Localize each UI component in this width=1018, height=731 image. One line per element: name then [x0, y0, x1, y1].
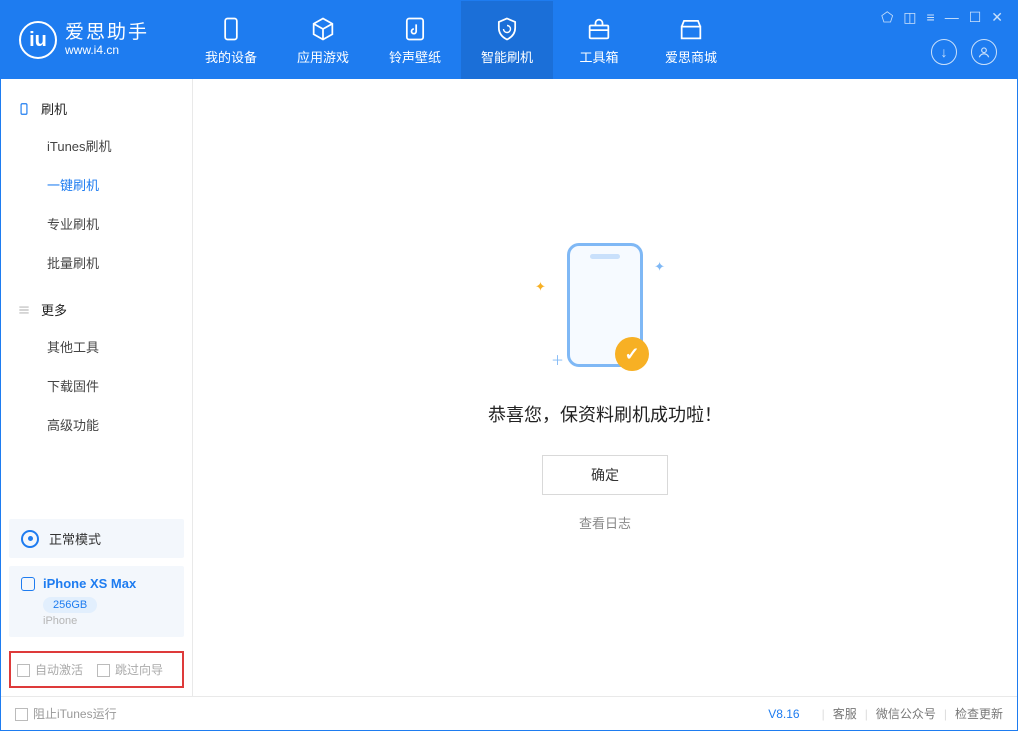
footer: 阻止iTunes运行 V8.16 | 客服 | 微信公众号 | 检查更新: [1, 696, 1017, 730]
device-capacity: 256GB: [43, 597, 97, 613]
nav-label: 铃声壁纸: [389, 47, 441, 66]
wechat-link[interactable]: 微信公众号: [876, 705, 936, 722]
maximize-icon[interactable]: ☐: [969, 9, 982, 26]
sidebar-item-oneclick-flash[interactable]: 一键刷机: [1, 165, 192, 204]
nav-apps-games[interactable]: 应用游戏: [277, 1, 369, 79]
user-icon[interactable]: [971, 39, 997, 65]
mode-label: 正常模式: [49, 529, 101, 548]
toolbox-icon: [585, 15, 613, 43]
header-right: ⬠ ◫ ≡ — ☐ ✕ ↓: [877, 1, 1007, 79]
download-icon[interactable]: ↓: [931, 39, 957, 65]
logo-icon: iu: [19, 21, 57, 59]
header-action-icons: ↓: [931, 39, 1003, 71]
nav-label: 智能刷机: [481, 47, 533, 66]
mode-dot-icon: [21, 530, 39, 548]
sidebar-item-advanced[interactable]: 高级功能: [1, 405, 192, 444]
shield-refresh-icon: [493, 15, 521, 43]
sparkle-icon: ＋: [551, 350, 564, 369]
sidebar-item-download-firmware[interactable]: 下载固件: [1, 366, 192, 405]
device-panel: 正常模式 iPhone XS Max 256GB iPhone: [1, 519, 192, 645]
checkbox-icon: [17, 664, 30, 677]
checkbox-skip-guide[interactable]: 跳过向导: [97, 661, 163, 678]
cube-icon: [309, 15, 337, 43]
sparkle-icon: ✦: [654, 259, 665, 275]
footer-right: V8.16 | 客服 | 微信公众号 | 检查更新: [768, 705, 1003, 722]
success-message: 恭喜您，保资料刷机成功啦！: [488, 401, 722, 427]
shirt-icon[interactable]: ⬠: [881, 9, 893, 26]
nav-my-device[interactable]: 我的设备: [185, 1, 277, 79]
sidebar-item-itunes-flash[interactable]: iTunes刷机: [1, 126, 192, 165]
nav-toolbox[interactable]: 工具箱: [553, 1, 645, 79]
logo-text: 爱思助手 www.i4.cn: [65, 23, 149, 57]
device-icon: [17, 102, 31, 116]
nav-smart-flash[interactable]: 智能刷机: [461, 1, 553, 79]
menu-icon[interactable]: ≡: [927, 9, 935, 26]
checkbox-icon: [15, 708, 28, 721]
checkbox-icon: [97, 664, 110, 677]
mode-box[interactable]: 正常模式: [9, 519, 184, 558]
sidebar-section-more: 更多: [1, 292, 192, 327]
bottom-checkboxes: 自动激活 跳过向导: [9, 651, 184, 688]
separator: |: [865, 707, 868, 721]
separator: |: [822, 707, 825, 721]
window-controls: ⬠ ◫ ≡ — ☐ ✕: [881, 9, 1003, 26]
minimize-icon[interactable]: —: [945, 9, 959, 26]
sidebar: 刷机 iTunes刷机 一键刷机 专业刷机 批量刷机 更多 其他工具 下载固件 …: [1, 79, 193, 696]
phone-icon: [21, 577, 35, 591]
close-icon[interactable]: ✕: [991, 9, 1003, 26]
list-icon: [17, 303, 31, 317]
separator: |: [944, 707, 947, 721]
sidebar-section-flash: 刷机: [1, 91, 192, 126]
check-badge-icon: ✓: [615, 337, 649, 371]
section-title: 更多: [41, 300, 67, 319]
nav-label: 爱思商城: [665, 47, 717, 66]
header: iu 爱思助手 www.i4.cn 我的设备 应用游戏 铃声壁纸 智能刷机 工具…: [1, 1, 1017, 79]
checkbox-auto-activate[interactable]: 自动激活: [17, 661, 83, 678]
checkbox-block-itunes[interactable]: 阻止iTunes运行: [15, 705, 117, 722]
footer-left: 阻止iTunes运行: [15, 705, 117, 722]
music-file-icon: [401, 15, 429, 43]
device-name-row: iPhone XS Max: [21, 576, 172, 591]
logo[interactable]: iu 爱思助手 www.i4.cn: [1, 21, 167, 59]
window-icon[interactable]: ◫: [903, 9, 916, 26]
nav-ringtones[interactable]: 铃声壁纸: [369, 1, 461, 79]
top-nav: 我的设备 应用游戏 铃声壁纸 智能刷机 工具箱 爱思商城: [185, 1, 737, 79]
store-icon: [677, 15, 705, 43]
sparkle-icon: ✦: [535, 279, 546, 295]
section-title: 刷机: [41, 99, 67, 118]
device-box[interactable]: iPhone XS Max 256GB iPhone: [9, 566, 184, 637]
ok-button[interactable]: 确定: [542, 455, 668, 495]
view-log-link[interactable]: 查看日志: [579, 513, 631, 532]
app-title: 爱思助手: [65, 23, 149, 44]
phone-icon: [217, 15, 245, 43]
main-content: ✦ ✦ ＋ ✓ 恭喜您，保资料刷机成功啦！ 确定 查看日志: [193, 79, 1017, 696]
sidebar-item-pro-flash[interactable]: 专业刷机: [1, 204, 192, 243]
sidebar-item-batch-flash[interactable]: 批量刷机: [1, 243, 192, 282]
nav-store[interactable]: 爱思商城: [645, 1, 737, 79]
app-url: www.i4.cn: [65, 44, 149, 57]
sidebar-item-other-tools[interactable]: 其他工具: [1, 327, 192, 366]
support-link[interactable]: 客服: [833, 705, 857, 722]
device-type: iPhone: [43, 615, 172, 627]
success-illustration: ✦ ✦ ＋ ✓: [525, 243, 685, 373]
nav-label: 我的设备: [205, 47, 257, 66]
body: 刷机 iTunes刷机 一键刷机 专业刷机 批量刷机 更多 其他工具 下载固件 …: [1, 79, 1017, 696]
version-label: V8.16: [768, 707, 799, 721]
check-update-link[interactable]: 检查更新: [955, 705, 1003, 722]
nav-label: 工具箱: [580, 47, 619, 66]
device-name: iPhone XS Max: [43, 576, 136, 591]
nav-label: 应用游戏: [297, 47, 349, 66]
